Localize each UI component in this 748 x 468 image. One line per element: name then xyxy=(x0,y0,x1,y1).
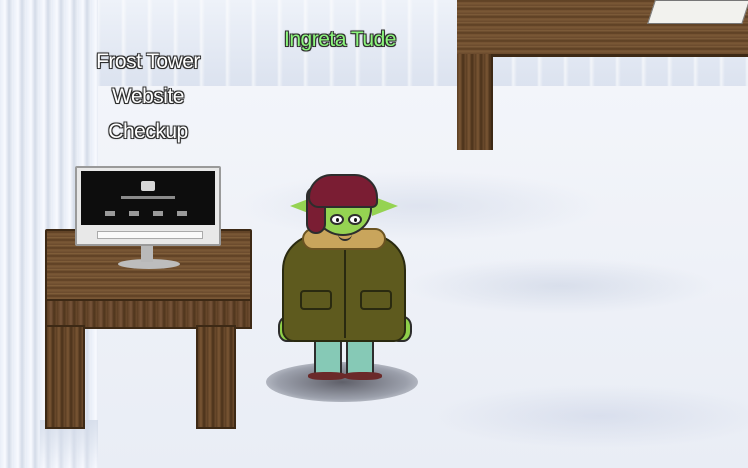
avatar-eye-right xyxy=(348,214,362,225)
website-heading-line xyxy=(121,196,175,199)
player-name-label: Ingreta Tude xyxy=(284,28,396,51)
avatar-shoe-left xyxy=(308,372,346,380)
station-label: Frost Tower Website Checkup xyxy=(68,44,228,149)
monitor-neck xyxy=(141,246,153,262)
station-label-line-3: Checkup xyxy=(108,120,188,143)
computer-monitor[interactable] xyxy=(75,166,221,246)
station-label-line-2: Website xyxy=(112,85,184,108)
coat-pocket-left xyxy=(300,290,332,310)
website-input-bar xyxy=(97,231,203,239)
coat-pocket-right xyxy=(360,290,392,310)
desk-leg-right xyxy=(457,54,493,150)
desk-leg-left-front xyxy=(45,325,85,429)
website-logo-icon xyxy=(141,181,155,191)
avatar-hair xyxy=(308,174,378,208)
game-scene: Frost Tower Website Checkup Ingreta Tude xyxy=(0,0,748,468)
station-label-line-1: Frost Tower xyxy=(96,50,200,73)
paper-sheet[interactable] xyxy=(647,0,748,24)
monitor-screen[interactable] xyxy=(81,171,215,225)
avatar-shoe-right xyxy=(344,372,382,380)
goblin-avatar[interactable] xyxy=(266,172,422,402)
desk-leg-right-front xyxy=(196,325,236,429)
avatar-coat xyxy=(282,234,406,342)
coat-zipper xyxy=(344,242,346,338)
countdown-row xyxy=(105,211,195,216)
avatar-eye-left xyxy=(330,214,344,225)
